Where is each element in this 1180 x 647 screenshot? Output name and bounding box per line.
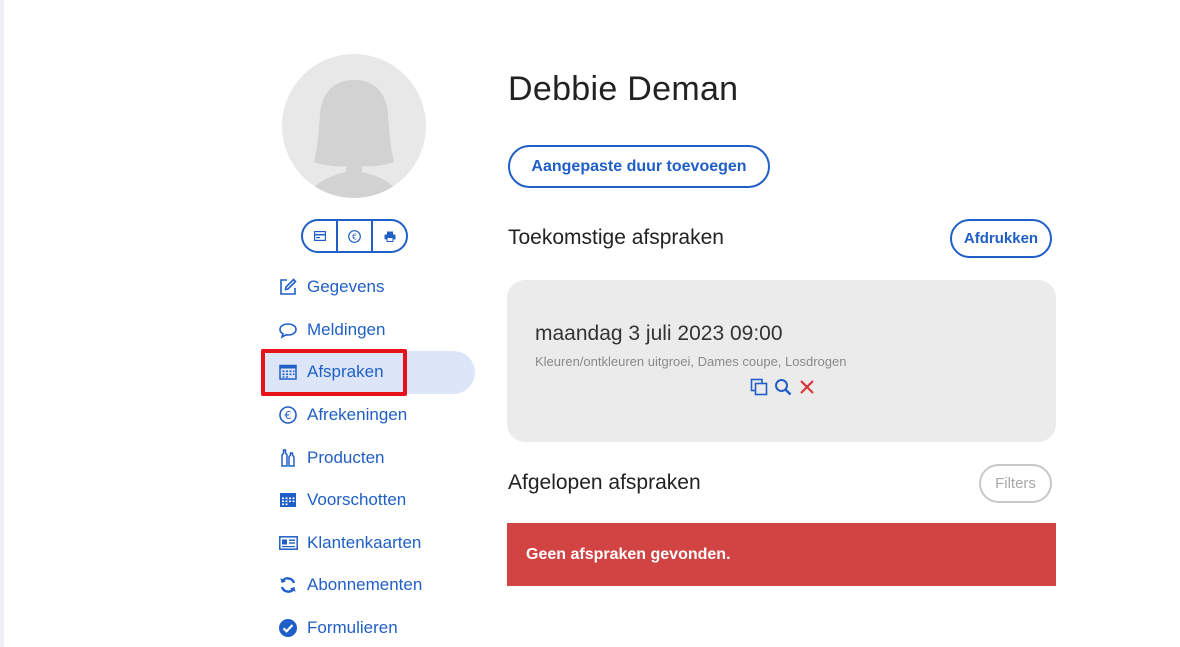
nav-label: Producten [307,447,385,467]
print-icon [384,231,395,242]
female-silhouette-icon [308,80,400,198]
upcoming-appointments-heading: Toekomstige afspraken [508,226,724,249]
nav-item-afspraken[interactable]: Afspraken [263,351,475,394]
euro-button[interactable]: € [336,221,371,251]
nav-item-meldingen[interactable]: Meldingen [263,309,475,352]
nav-item-gegevens[interactable]: Gegevens [263,266,475,309]
nav-label: Klantenkaarten [307,532,422,552]
nav-item-afrekeningen[interactable]: € Afrekeningen [263,394,475,437]
nav-label: Gegevens [307,277,385,297]
bottles-icon [278,448,298,468]
calendar-icon [278,362,298,382]
avatar [282,54,426,198]
card-icon [278,533,298,553]
card-icon [313,231,326,241]
card-button[interactable] [303,221,336,251]
copy-icon[interactable] [748,376,770,398]
filters-button[interactable]: Filters [979,464,1052,503]
nav-item-abonnementen[interactable]: Abonnementen [263,564,475,607]
nav-item-producten[interactable]: Producten [263,436,475,479]
appointment-card: maandag 3 juli 2023 09:00 Kleuren/ontkle… [507,280,1056,442]
chat-icon [278,320,298,340]
nav-label: Abonnementen [307,575,423,595]
avatar-actions: € [301,219,408,253]
nav-label: Formulieren [307,618,398,638]
calendar-icon [278,490,298,510]
search-icon[interactable] [772,376,794,398]
svg-text:€: € [285,409,292,422]
empty-state-alert: Geen afspraken gevonden. [507,523,1056,586]
euro-icon: € [278,405,298,425]
appointment-services: Kleuren/ontkleuren uitgroei, Dames coupe… [535,354,847,369]
refresh-icon [278,575,298,595]
edit-icon [278,277,298,297]
euro-icon: € [348,229,361,243]
delete-icon[interactable] [796,376,818,398]
customer-nav: Gegevens Meldingen Afspraken € Afrekenin… [263,266,475,647]
nav-label: Voorschotten [307,490,407,510]
nav-label: Afrekeningen [307,405,408,425]
nav-label: Meldingen [307,319,386,339]
nav-item-voorschotten[interactable]: Voorschotten [263,479,475,522]
window-edge [0,0,4,647]
check-circle-icon [278,618,298,638]
nav-label: Afspraken [307,362,384,382]
nav-item-formulieren[interactable]: Formulieren [263,607,475,647]
nav-item-klantenkaarten[interactable]: Klantenkaarten [263,522,475,565]
print-button[interactable] [371,221,406,251]
add-custom-duration-button[interactable]: Aangepaste duur toevoegen [508,145,770,188]
appointment-date: maandag 3 juli 2023 09:00 [535,322,783,345]
page-title: Debbie Deman [508,70,739,108]
past-appointments-heading: Afgelopen afspraken [508,471,701,494]
svg-text:€: € [352,232,357,241]
appointment-actions [748,376,818,398]
print-appointments-button[interactable]: Afdrukken [950,219,1052,258]
